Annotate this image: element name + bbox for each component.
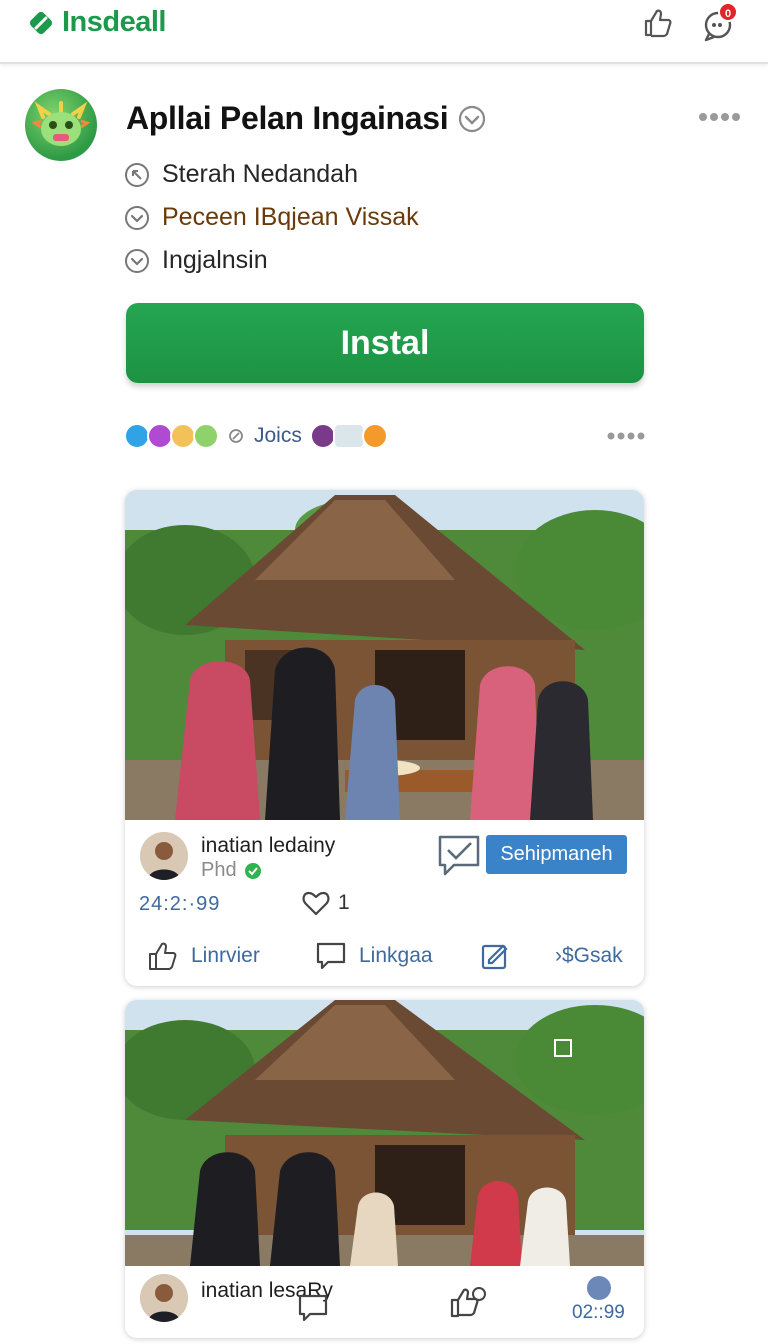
post-time: 02::99 (572, 1302, 625, 1323)
post-card: inatian lesaRy 02::99 (125, 1000, 644, 1338)
post-action-button[interactable]: Sehipmaneh (486, 835, 627, 874)
share-action-label: ›$Gsak (555, 944, 623, 967)
monster-logo-icon (31, 101, 91, 146)
notification-badge[interactable]: 0 (718, 2, 738, 22)
author-subtitle: Phd (201, 859, 263, 882)
location-icon (125, 162, 149, 187)
top-bar: Insdeall 0 (0, 0, 768, 64)
post-photo[interactable] (125, 1000, 644, 1266)
author-name[interactable]: inatian ledainy (201, 834, 335, 858)
post-actions: Linrvier Linkgaa ›$Gsak (125, 938, 644, 978)
meta-category[interactable]: Peceen IBqjean Vissak (124, 203, 419, 232)
verified-icon (459, 105, 486, 132)
person-icon (140, 1274, 188, 1322)
thumbs-up-icon[interactable] (448, 1284, 488, 1320)
verified-badge-icon (244, 862, 261, 879)
post-photo[interactable] (125, 490, 644, 820)
brand-name: Insdeall (62, 6, 167, 38)
more-options-icon[interactable] (697, 110, 741, 124)
app-title-text: Apllai Pelan Ingainasi (126, 100, 449, 136)
link-icon (229, 429, 243, 443)
brand[interactable]: Insdeall (26, 6, 167, 39)
app-title: Apllai Pelan Ingainasi (126, 100, 486, 137)
heart-icon (302, 891, 330, 916)
comment-action[interactable]: Linkgaa (315, 940, 433, 972)
chevron-icon (125, 205, 149, 230)
author-subtitle-text: Phd (201, 859, 237, 881)
edit-icon (481, 944, 508, 970)
meta-category-text: Peceen IBqjean Vissak (162, 203, 419, 231)
meta-type-text: Ingjalnsin (162, 246, 268, 274)
reactions-label: Joics (254, 424, 302, 447)
more-options-icon[interactable] (606, 430, 646, 442)
like-counter[interactable]: 1 (302, 890, 350, 916)
reactions-row[interactable]: Joics (124, 420, 388, 452)
comment-icon[interactable] (297, 1292, 329, 1324)
like-action[interactable]: Linrvier (147, 940, 260, 972)
meta-location: Sterah Nedandah (124, 160, 358, 189)
meta-type[interactable]: Ingjalnsin (124, 246, 268, 275)
install-button[interactable]: Instal (126, 303, 644, 383)
reaction-emoji (361, 423, 388, 449)
author-avatar[interactable] (140, 832, 188, 880)
comment-icon (316, 942, 346, 970)
app-avatar[interactable] (25, 89, 97, 161)
thumbs-up-icon[interactable] (641, 6, 675, 40)
comment-action-label: Linkgaa (359, 944, 433, 967)
post-card: inatian ledainy Phd Sehipmaneh 24:2:·99 … (125, 490, 644, 986)
like-count: 1 (338, 891, 350, 914)
meta-location-text: Sterah Nedandah (162, 160, 358, 188)
edit-action[interactable] (479, 940, 511, 972)
thumbs-up-icon (149, 942, 177, 970)
reaction-avatar (309, 423, 336, 449)
like-action-label: Linrvier (191, 944, 260, 967)
post-time: 24:2:·99 (139, 893, 221, 915)
tag-icon (29, 11, 53, 34)
reaction-emoji (193, 423, 219, 449)
mini-avatar[interactable] (587, 1276, 611, 1300)
share-action[interactable]: ›$Gsak (555, 940, 623, 972)
message-check-icon[interactable] (436, 833, 482, 879)
reaction-sticker (332, 423, 365, 449)
chevron-icon (125, 248, 149, 273)
person-icon (140, 832, 188, 880)
author-avatar[interactable] (140, 1274, 188, 1322)
